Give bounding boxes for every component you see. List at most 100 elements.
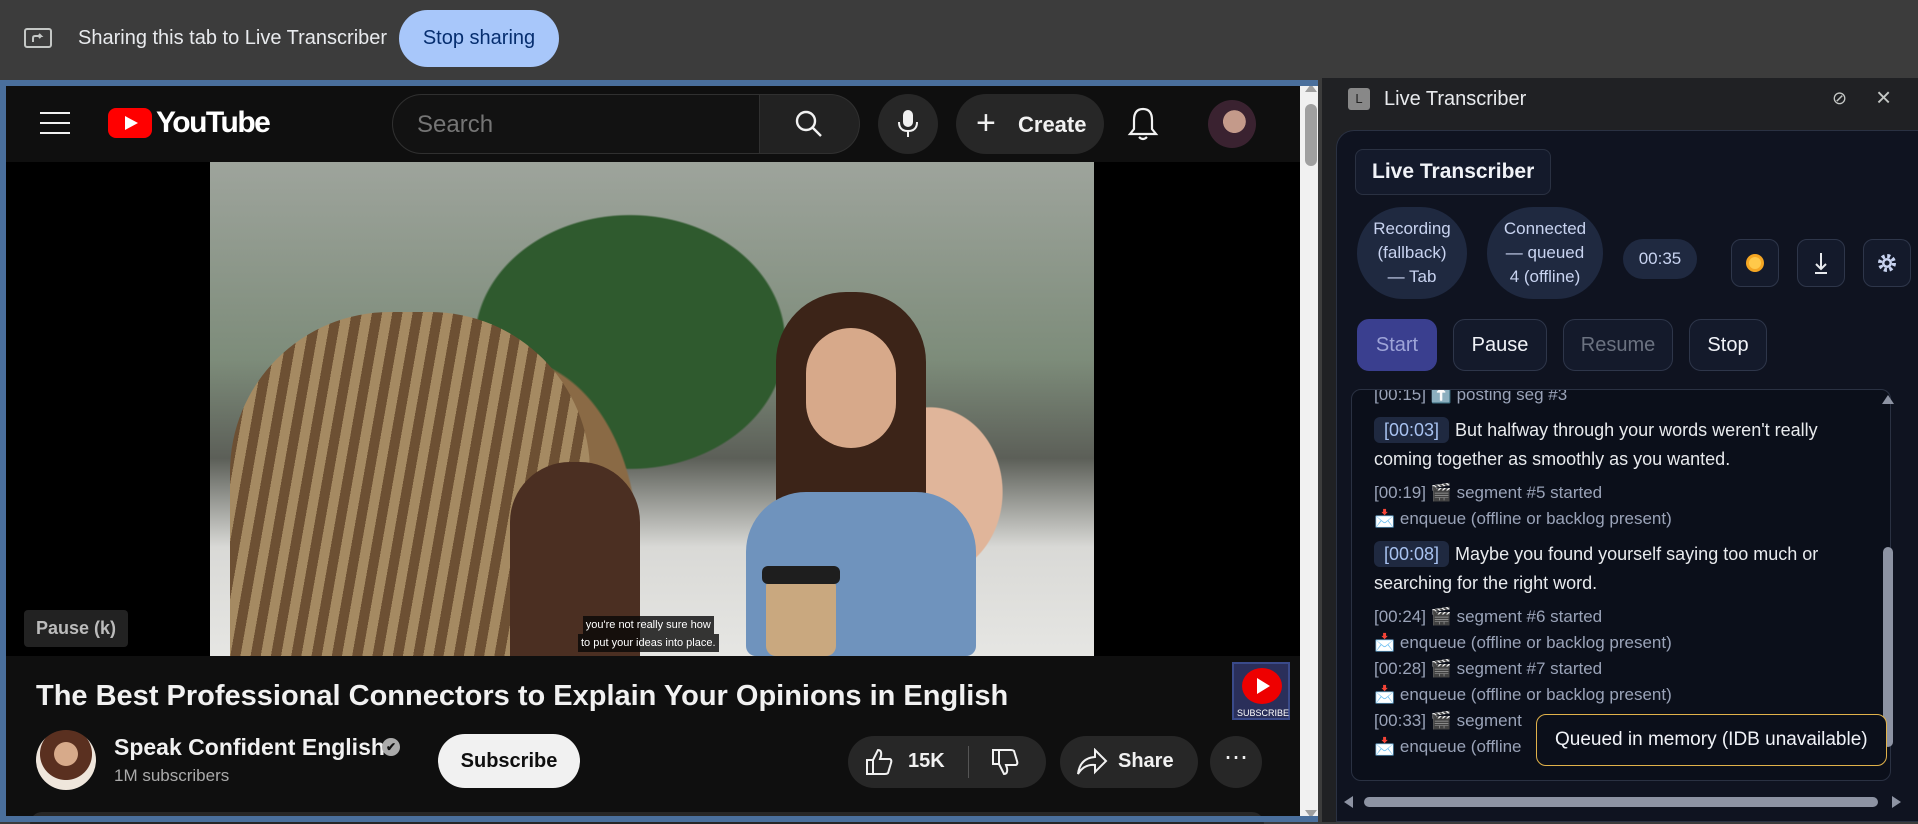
theme-toggle-button[interactable] [1731,239,1779,287]
thumbs-down-icon[interactable] [990,747,1020,777]
transcript-segment: [00:03] But halfway through your words we… [1374,416,1854,474]
scroll-right-arrow-icon[interactable] [1892,796,1901,808]
start-button[interactable]: Start [1357,319,1437,371]
recording-status-line: Recording [1373,219,1451,238]
scroll-up-arrow-icon[interactable] [1882,395,1894,404]
segment-text: But halfway through your words weren't r… [1455,420,1818,440]
pause-tooltip: Pause (k) [24,610,129,647]
segment-text-continued: searching for the right word. [1374,573,1598,593]
create-label: Create [1018,112,1087,137]
youtube-logo[interactable]: YouTube [108,106,271,140]
close-icon[interactable]: × [1876,82,1891,113]
extension-favicon: L [1348,88,1370,110]
app-title: Live Transcriber [1355,149,1552,195]
share-button[interactable]: Share [1060,736,1198,788]
search-input[interactable] [417,111,737,139]
video-player[interactable]: you're not really sure how to put your i… [6,162,1300,720]
video-person-left [210,312,650,656]
microphone-icon [898,110,918,137]
connection-status-badge: Connected — queued 4 (offline) [1487,207,1603,299]
video-caption: you're not really sure how to put your i… [578,616,719,652]
caption-line-2: to put your ideas into place. [578,634,719,652]
log-event-line: [00:19] 🎬 segment #5 started [1374,483,1603,502]
youtube-header: YouTube + Create [6,86,1300,162]
video-person-right [726,292,986,656]
unpin-icon[interactable]: ⊘ [1832,88,1847,109]
pause-button[interactable]: Pause [1453,319,1547,371]
video-title: The Best Professional Connectors to Expl… [36,680,1009,712]
subscribe-watermark[interactable]: SUBSCRIBE [1232,662,1290,720]
segment-text: Maybe you found yourself saying too much… [1455,544,1819,564]
sun-icon [1746,254,1764,272]
thumbs-up-icon[interactable] [864,747,894,777]
share-label: Share [1118,750,1174,772]
notifications-bell-icon[interactable] [1126,106,1160,142]
menu-icon[interactable] [40,112,70,134]
segment-timestamp: [00:08] [1374,541,1450,567]
youtube-logo-text: YouTube [156,106,271,139]
side-panel: L Live Transcriber ⊘ × Live Transcriber … [1322,78,1918,822]
elapsed-timer: 00:35 [1623,239,1697,279]
side-panel-header: L Live Transcriber ⊘ × [1322,78,1918,124]
segment-timestamp: [00:03] [1374,417,1450,443]
more-actions-button[interactable]: ⋯ [1210,736,1262,788]
search-icon [795,110,822,137]
voice-search-button[interactable] [878,94,938,154]
search-button[interactable] [760,94,860,154]
side-panel-title: Live Transcriber [1384,88,1527,110]
share-arrow-icon [1077,748,1108,775]
subscribe-button[interactable]: Subscribe [438,734,580,788]
caption-line-1: you're not really sure how [582,616,714,634]
recording-status-line: (fallback) [1377,243,1447,262]
connection-status-line: Connected [1503,219,1587,238]
stop-button[interactable]: Stop [1689,319,1767,371]
like-divider [968,746,969,778]
segment-text-continued: coming together as smoothly as you wante… [1374,449,1731,469]
resume-button[interactable]: Resume [1563,319,1673,371]
scroll-up-arrow-icon[interactable] [1305,84,1317,92]
settings-button[interactable] [1863,239,1911,287]
connection-status-line: — queued [1505,243,1585,262]
subscribe-watermark-label: SUBSCRIBE [1236,708,1289,718]
youtube-subscribe-icon [1242,668,1282,704]
video-coffee-cup [762,566,840,656]
horizontal-scrollbar-thumb[interactable] [1364,797,1878,807]
account-avatar[interactable] [1208,100,1256,148]
create-button[interactable]: + Create [956,94,1104,154]
download-button[interactable] [1797,239,1845,287]
screen-share-icon [24,28,52,48]
subscriber-count: 1M subscribers [114,766,230,785]
queue-status-tooltip: Queued in memory (IDB unavailable) [1536,714,1887,766]
recording-status-badge: Recording (fallback) — Tab [1357,207,1467,299]
plus-icon: + [976,104,996,142]
like-dislike-group: 15K [848,736,1046,788]
transcript-log-content: [00:15] ⬆️ posting seg #3 [00:03] But half… [1374,389,1854,760]
search-box [392,94,760,154]
recording-status-line: — Tab [1387,267,1437,286]
like-count[interactable]: 15K [908,750,945,773]
horizontal-scrollbar[interactable] [1340,792,1918,812]
description-box-edge[interactable] [30,812,1264,824]
log-event-line: [00:24] 🎬 segment #6 started [1374,607,1603,626]
channel-name[interactable]: Speak Confident English [114,734,385,761]
scrollbar-thumb[interactable] [1305,104,1317,166]
stop-sharing-button[interactable]: Stop sharing [399,10,559,67]
tab-sharing-bar: Sharing this tab to Live Transcriber Sto… [0,0,1918,78]
video-frame[interactable]: you're not really sure how to put your i… [210,162,1094,656]
connection-status-line: 4 (offline) [1509,267,1581,286]
gear-icon [1878,254,1896,272]
transcript-segment: [00:08] Maybe you found yourself saying t… [1374,540,1854,598]
download-arrow-icon [1815,253,1827,274]
youtube-play-icon [108,108,152,138]
scroll-left-arrow-icon[interactable] [1344,796,1353,808]
sharing-status-text: Sharing this tab to Live Transcriber [78,27,388,49]
youtube-page: YouTube + Create [0,80,1322,824]
log-event-line: [00:15] ⬆️ posting seg #3 [1374,389,1568,404]
log-event-line: 📩 enqueue (offline or backlog present) [1374,633,1672,652]
log-event-line: [00:28] 🎬 segment #7 started [1374,659,1603,678]
scroll-down-arrow-icon[interactable] [1305,810,1317,818]
log-event-line: 📩 enqueue (offline or backlog present) [1374,685,1672,704]
verified-badge-icon: ✔ [382,738,400,756]
channel-avatar[interactable] [36,730,96,790]
log-event-line: 📩 enqueue (offline or backlog present) [1374,509,1672,528]
